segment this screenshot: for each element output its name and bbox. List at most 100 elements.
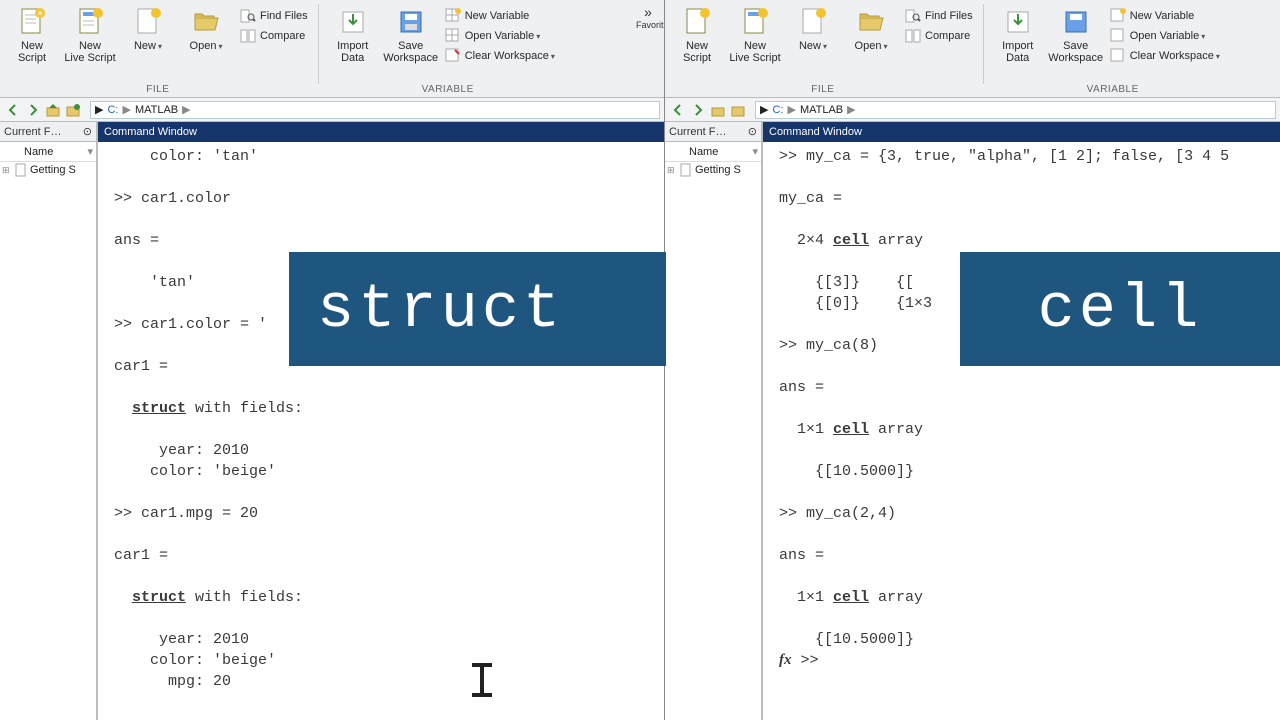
- new-livescript-icon: [739, 6, 771, 38]
- fx-prompt[interactable]: fx >>: [779, 650, 1272, 671]
- find-files-icon: [905, 8, 921, 24]
- import-data-button[interactable]: ImportData: [325, 4, 381, 66]
- new-button[interactable]: New: [120, 4, 176, 55]
- toolstrip-overflow[interactable]: »Favorit: [636, 4, 660, 30]
- up-folder-icon[interactable]: [44, 101, 62, 119]
- expand-icon[interactable]: ⊞: [2, 165, 12, 176]
- open-variable-button[interactable]: Open Variable: [1106, 26, 1210, 46]
- group-variable-label: VARIABLE: [422, 84, 474, 97]
- client-area: Current F… ⊙ Name ▾ ⊞ Getting S Command …: [0, 122, 664, 720]
- current-folder-columns: Name▾: [665, 142, 761, 162]
- column-name[interactable]: Name: [683, 146, 752, 158]
- open-folder-icon: [190, 6, 222, 38]
- new-script-icon: [681, 6, 713, 38]
- new-livescript-label: NewLive Script: [729, 40, 780, 64]
- save-workspace-label: SaveWorkspace: [1048, 40, 1103, 64]
- open-variable-icon: [445, 28, 461, 44]
- command-window-body[interactable]: >> my_ca = {3, true, "alpha", [1 2]; fal…: [763, 142, 1280, 720]
- path-drive: C:: [772, 104, 783, 116]
- command-window-body[interactable]: color: 'tan' >> car1.color ans = 'tan' >…: [98, 142, 664, 720]
- forward-icon[interactable]: [24, 101, 42, 119]
- path-box[interactable]: ▶ C: ▶ MATLAB ▶: [90, 101, 660, 119]
- back-icon[interactable]: [4, 101, 22, 119]
- save-workspace-icon: [395, 6, 427, 38]
- clear-workspace-icon: [1110, 48, 1126, 64]
- find-files-icon: [240, 8, 256, 24]
- group-variable: ImportData SaveWorkspace New Variable Op…: [986, 0, 1240, 97]
- save-workspace-label: SaveWorkspace: [383, 40, 438, 64]
- back-icon[interactable]: [669, 101, 687, 119]
- new-livescript-button[interactable]: NewLive Script: [62, 4, 118, 66]
- current-folder-header: Current F… ⊙: [0, 122, 96, 142]
- new-script-label: NewScript: [683, 40, 711, 64]
- open-button[interactable]: Open: [843, 4, 899, 55]
- browse-icon[interactable]: [64, 101, 82, 119]
- new-variable-button[interactable]: New Variable: [441, 6, 534, 26]
- new-script-icon: ✶: [16, 6, 48, 38]
- open-variable-icon: [1110, 28, 1126, 44]
- new-variable-label: New Variable: [465, 10, 530, 22]
- variable-small-buttons: New Variable Open Variable Clear Workspa…: [1106, 4, 1236, 66]
- separator: [983, 4, 984, 84]
- new-script-button[interactable]: ✶ NewScript: [4, 4, 60, 66]
- import-data-label: ImportData: [1002, 40, 1033, 64]
- folder-item-label: Getting S: [695, 164, 741, 176]
- open-variable-label: Open Variable: [1130, 30, 1206, 42]
- file-small-buttons: Find Files Compare: [901, 4, 977, 46]
- find-files-label: Find Files: [260, 10, 308, 22]
- struct-badge: struct: [289, 252, 666, 366]
- clear-workspace-button[interactable]: Clear Workspace: [441, 46, 559, 66]
- separator: [318, 4, 319, 84]
- new-livescript-button[interactable]: NewLive Script: [727, 4, 783, 66]
- group-variable-label: VARIABLE: [1087, 84, 1139, 97]
- compare-button[interactable]: Compare: [901, 26, 974, 46]
- clear-workspace-button[interactable]: Clear Workspace: [1106, 46, 1224, 66]
- find-files-button[interactable]: Find Files: [901, 6, 977, 26]
- forward-icon[interactable]: [689, 101, 707, 119]
- save-workspace-button[interactable]: SaveWorkspace: [1048, 4, 1104, 66]
- panel-options-icon[interactable]: ⊙: [83, 125, 92, 138]
- find-files-button[interactable]: Find Files: [236, 6, 312, 26]
- import-data-icon: [1002, 6, 1034, 38]
- new-button[interactable]: New: [785, 4, 841, 55]
- command-window-title: Command Window: [769, 126, 862, 138]
- import-data-label: ImportData: [337, 40, 368, 64]
- clear-workspace-icon: [445, 48, 461, 64]
- compare-button[interactable]: Compare: [236, 26, 309, 46]
- path-folder: MATLAB: [800, 104, 843, 116]
- group-file: NewScript NewLive Script New Open Find F…: [665, 0, 981, 97]
- clear-workspace-label: Clear Workspace: [1130, 50, 1220, 62]
- open-variable-label: Open Variable: [465, 30, 541, 42]
- folder-item[interactable]: ⊞ Getting S: [0, 162, 96, 178]
- up-folder-icon[interactable]: [709, 101, 727, 119]
- path-drive: C:: [107, 104, 118, 116]
- save-workspace-icon: [1060, 6, 1092, 38]
- expand-icon[interactable]: ⊞: [667, 165, 677, 176]
- variable-small-buttons: New Variable Open Variable Clear Workspa…: [441, 4, 571, 66]
- import-data-button[interactable]: ImportData: [990, 4, 1046, 66]
- folder-item[interactable]: ⊞ Getting S: [665, 162, 761, 178]
- browse-icon[interactable]: [729, 101, 747, 119]
- open-label: Open: [855, 40, 888, 53]
- current-folder-header: Current F…⊙: [665, 122, 761, 142]
- path-sep-icon: ▶: [182, 103, 190, 116]
- new-icon: [132, 6, 164, 38]
- path-box[interactable]: ▶ C: ▶ MATLAB ▶: [755, 101, 1276, 119]
- current-folder-panel: Current F…⊙ Name▾ ⊞ Getting S: [665, 122, 763, 720]
- open-button[interactable]: Open: [178, 4, 234, 55]
- client-area: Current F…⊙ Name▾ ⊞ Getting S Command Win…: [665, 122, 1280, 720]
- open-variable-button[interactable]: Open Variable: [441, 26, 545, 46]
- new-script-label: NewScript: [18, 40, 46, 64]
- column-name[interactable]: Name: [18, 146, 87, 158]
- new-livescript-label: NewLive Script: [64, 40, 115, 64]
- struct-badge-label: struct: [317, 274, 564, 345]
- group-file-label: FILE: [146, 84, 169, 97]
- panel-options-icon[interactable]: ⊙: [748, 125, 757, 138]
- file-icon: [14, 163, 28, 177]
- console-output: color: 'tan' >> car1.color ans = 'tan' >…: [114, 146, 656, 692]
- new-variable-button[interactable]: New Variable: [1106, 6, 1199, 26]
- save-workspace-button[interactable]: SaveWorkspace: [383, 4, 439, 66]
- command-window-title: Command Window: [104, 126, 197, 138]
- compare-icon: [905, 28, 921, 44]
- new-script-button[interactable]: NewScript: [669, 4, 725, 66]
